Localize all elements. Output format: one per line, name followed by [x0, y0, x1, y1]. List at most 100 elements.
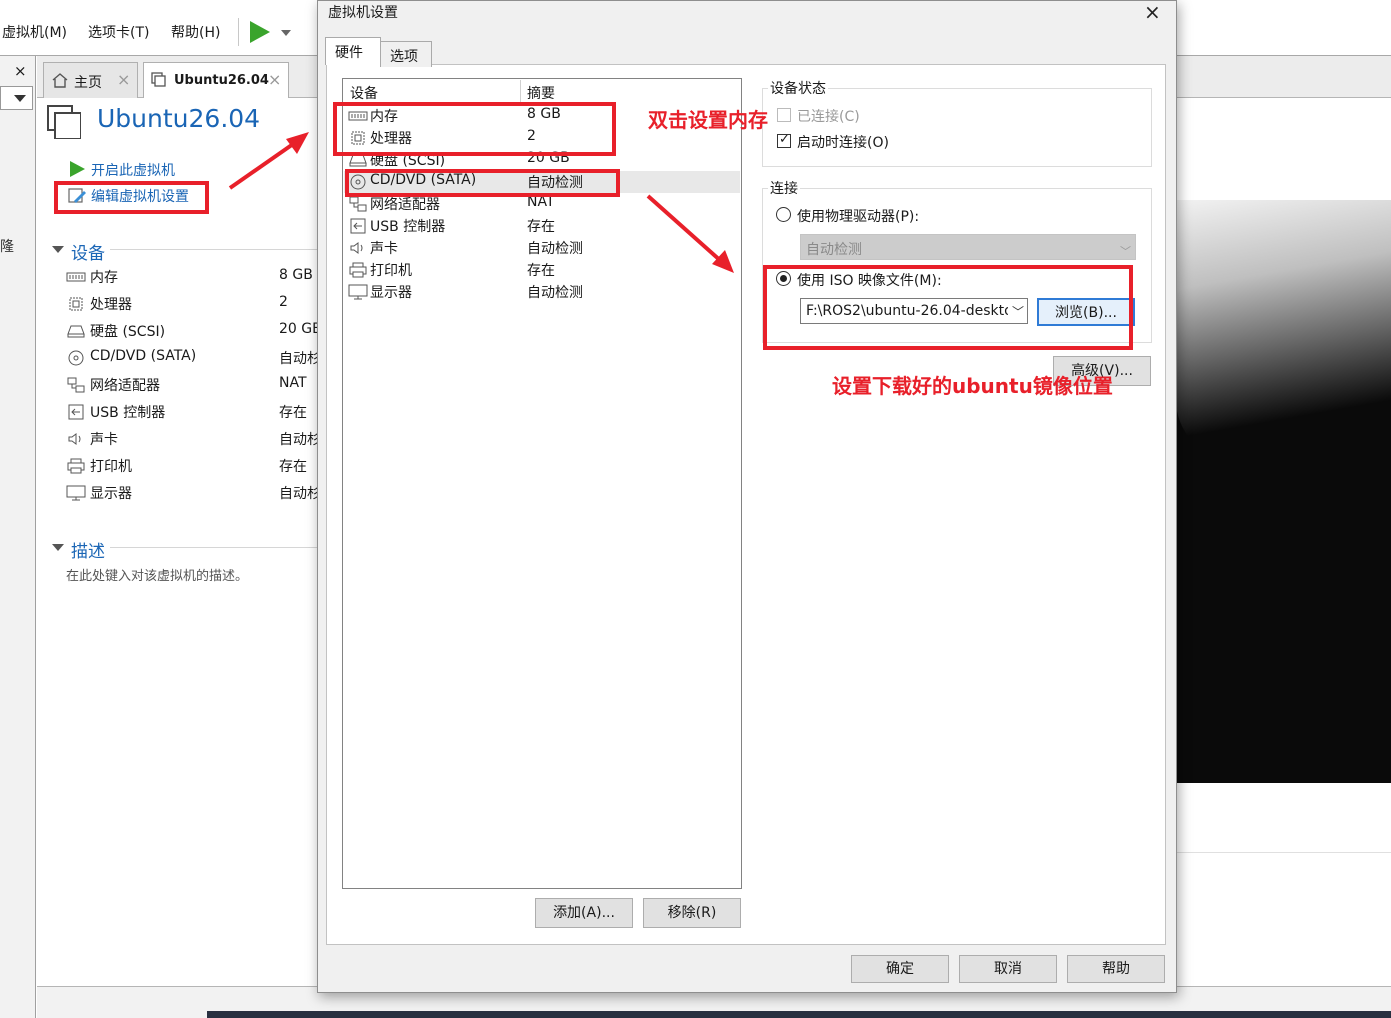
menu-vm[interactable]: 虚拟机(M) [2, 22, 67, 42]
device-name: 打印机 [90, 459, 132, 475]
tab-hardware[interactable]: 硬件 [325, 37, 381, 65]
tab-home-label: 主页 [74, 75, 102, 91]
device-value: 8 GB [279, 267, 313, 283]
device-value: 存在 [279, 405, 307, 421]
connect-at-power-on-checkbox[interactable]: ✓ [777, 132, 791, 148]
tab-home[interactable]: 主页 × [43, 62, 138, 98]
connected-checkbox[interactable] [777, 108, 791, 122]
device-row-memory[interactable]: 内存 8 GB [66, 267, 326, 289]
hardware-name: 网络适配器 [370, 197, 440, 213]
annotation-box-memory-cpu [333, 102, 616, 156]
column-separator[interactable] [520, 80, 521, 102]
menu-help[interactable]: 帮助(H) [171, 22, 220, 42]
network-icon [67, 377, 85, 393]
device-status-group [762, 88, 1152, 167]
vm-preview-sheen [1176, 200, 1391, 460]
description-section-title: 描述 [71, 542, 105, 562]
physical-drive-label: 使用物理驱动器(P): [797, 209, 920, 225]
remove-hardware-button[interactable]: 移除(R) [643, 898, 741, 928]
power-on-link[interactable]: 开启此虚拟机 [91, 160, 175, 180]
column-header-summary[interactable]: 摘要 [527, 83, 555, 103]
tab-home-close-icon[interactable]: × [117, 70, 130, 89]
physical-drive-radio[interactable] [776, 207, 791, 222]
display-icon [348, 284, 368, 300]
hardware-row-printer[interactable]: 打印机 存在 [344, 259, 740, 281]
annotation-iso-note: 设置下载好的ubuntu镜像位置 [832, 374, 1113, 398]
device-name: 显示器 [90, 486, 132, 502]
tab-strip-right [1176, 56, 1391, 96]
preview-divider [1176, 852, 1391, 853]
chevron-down-icon [14, 95, 26, 102]
vm-large-icon [47, 105, 81, 139]
device-value: 2 [279, 294, 288, 310]
sound-icon [350, 242, 363, 254]
device-row-cdrom[interactable]: CD/DVD (SATA) 自动杉 [66, 348, 326, 370]
hardware-summary: 自动检测 [527, 241, 583, 257]
device-row-harddisk[interactable]: 硬盘 (SCSI) 20 GE [66, 321, 326, 343]
help-button[interactable]: 帮助 [1067, 955, 1165, 983]
device-name: 网络适配器 [90, 378, 160, 394]
harddisk-icon [67, 325, 85, 338]
device-row-display[interactable]: 显示器 自动杉 [66, 483, 326, 505]
dialog-close-icon[interactable]: × [1144, 0, 1161, 24]
device-name: CD/DVD (SATA) [90, 348, 197, 364]
device-value: 自动杉 [279, 351, 321, 367]
play-dropdown-chevron-icon[interactable] [281, 30, 291, 36]
cancel-button[interactable]: 取消 [959, 955, 1057, 983]
library-close-icon[interactable]: × [14, 62, 27, 80]
annotation-box-cdrom [345, 169, 620, 197]
devices-section-title: 设备 [71, 244, 105, 264]
play-icon[interactable] [250, 21, 270, 43]
device-row-usb[interactable]: USB 控制器 存在 [66, 402, 326, 424]
dialog-title: 虚拟机设置 [328, 5, 398, 21]
device-name: 硬盘 (SCSI) [90, 324, 166, 340]
annotation-box-edit-settings [54, 181, 209, 214]
device-name: 声卡 [90, 432, 118, 448]
device-name: 内存 [90, 270, 118, 286]
column-header-device[interactable]: 设备 [350, 83, 378, 103]
library-panel [0, 56, 36, 1018]
description-placeholder[interactable]: 在此处键入对该虚拟机的描述。 [66, 565, 248, 584]
device-row-sound[interactable]: 声卡 自动杉 [66, 429, 326, 451]
usb-icon [350, 218, 366, 234]
device-row-processor[interactable]: 处理器 2 [66, 294, 326, 316]
device-value: 20 GE [279, 321, 321, 337]
tab-ubuntu-label: Ubuntu26.04 [174, 73, 269, 88]
device-status-title: 设备状态 [768, 78, 828, 98]
hardware-summary: 存在 [527, 219, 555, 235]
power-on-icon[interactable] [70, 161, 85, 177]
add-hardware-button[interactable]: 添加(A)... [535, 898, 633, 928]
checkmark-icon: ✓ [779, 132, 790, 147]
description-collapse-icon[interactable] [52, 544, 64, 551]
description-section-divider [110, 547, 317, 548]
printer-icon [67, 458, 85, 474]
network-icon [349, 196, 367, 212]
hardware-row-usb[interactable]: USB 控制器 存在 [344, 215, 740, 237]
memory-icon [66, 272, 86, 282]
hardware-name: 打印机 [370, 263, 412, 279]
display-icon [66, 485, 86, 501]
sound-icon [68, 433, 81, 445]
hardware-row-display[interactable]: 显示器 自动检测 [344, 281, 740, 303]
tab-options[interactable]: 选项 [380, 41, 432, 67]
devices-section-divider [110, 249, 317, 250]
menu-tabs[interactable]: 选项卡(T) [88, 22, 149, 42]
physical-drive-select[interactable]: 自动检测 [800, 234, 1136, 260]
devices-collapse-icon[interactable] [52, 246, 64, 253]
home-icon [52, 73, 68, 88]
physical-drive-value: 自动检测 [806, 242, 862, 258]
device-row-printer[interactable]: 打印机 存在 [66, 456, 326, 478]
tab-ubuntu-close-icon[interactable]: × [268, 70, 281, 89]
tab-ubuntu[interactable]: Ubuntu26.04 × [143, 62, 289, 99]
hardware-row-sound[interactable]: 声卡 自动检测 [344, 237, 740, 259]
vm-icon [151, 72, 166, 87]
tab-options-label: 选项 [390, 49, 418, 65]
device-value: 自动杉 [279, 486, 321, 502]
usb-icon [68, 404, 84, 420]
device-row-network[interactable]: 网络适配器 NAT [66, 375, 326, 397]
toolbar-separator [238, 18, 239, 46]
annotation-memory-note: 双击设置内存 [648, 108, 768, 132]
ok-button[interactable]: 确定 [851, 955, 949, 983]
chevron-down-icon: ﹀ [1120, 245, 1131, 258]
hardware-summary: 自动检测 [527, 285, 583, 301]
